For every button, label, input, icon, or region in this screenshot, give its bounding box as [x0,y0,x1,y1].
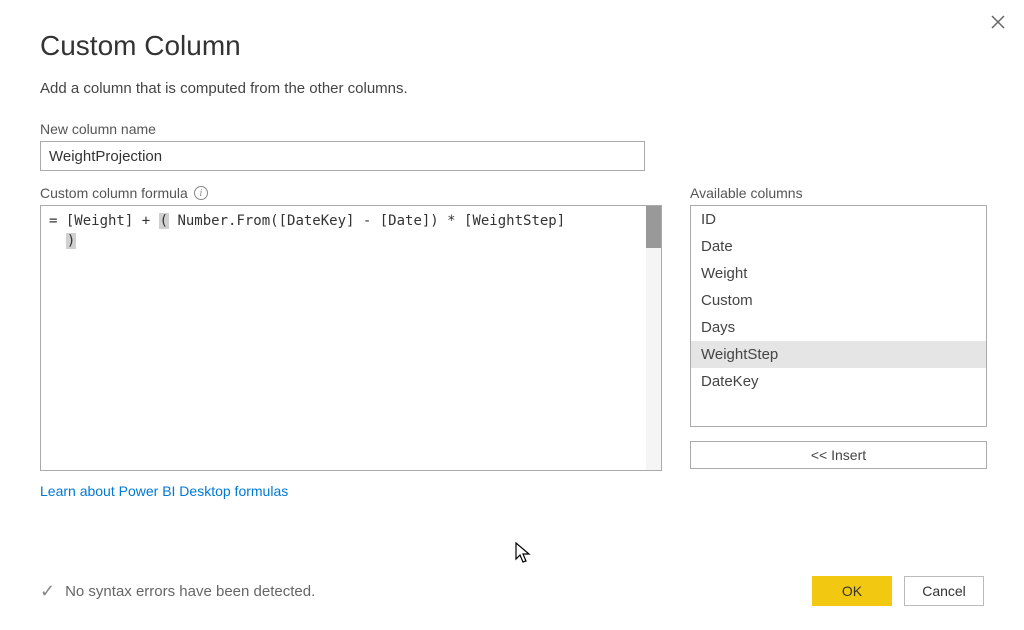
insert-button[interactable]: << Insert [690,441,987,469]
column-item[interactable]: ID [691,206,986,233]
formula-scrollbar[interactable] [646,206,661,470]
cancel-button[interactable]: Cancel [904,576,984,606]
column-item[interactable]: WeightStep [691,341,986,368]
formula-prefix: = [49,213,66,229]
close-button[interactable] [990,12,1006,34]
formula-label: Custom column formula i [40,185,662,201]
close-icon [990,10,1006,35]
ok-button[interactable]: OK [812,576,892,606]
info-icon[interactable]: i [194,186,208,200]
check-icon: ✓ [40,581,55,602]
new-column-name-input[interactable] [40,141,645,171]
dialog-subtitle: Add a column that is computed from the o… [40,80,984,97]
formula-content[interactable]: = [Weight] + ( Number.From([DateKey] - [… [41,206,646,470]
column-item[interactable]: DateKey [691,368,986,395]
learn-link[interactable]: Learn about Power BI Desktop formulas [40,483,288,499]
new-column-name-label: New column name [40,121,984,137]
column-item[interactable]: Weight [691,260,986,287]
close-paren-highlight: ) [66,233,76,249]
column-item[interactable]: Days [691,314,986,341]
available-columns-list[interactable]: IDDateWeightCustomDaysWeightStepDateKey [690,205,987,427]
column-item[interactable]: Custom [691,287,986,314]
open-paren-highlight: ( [159,213,169,229]
mouse-cursor-icon [515,542,535,566]
formula-label-text: Custom column formula [40,185,188,201]
available-columns-label: Available columns [690,185,987,201]
status-message: No syntax errors have been detected. [65,583,315,600]
status-row: ✓ No syntax errors have been detected. [40,581,315,602]
scrollbar-thumb[interactable] [646,206,661,248]
dialog-title: Custom Column [40,30,984,62]
column-item[interactable]: Date [691,233,986,260]
formula-editor[interactable]: = [Weight] + ( Number.From([DateKey] - [… [40,205,662,471]
